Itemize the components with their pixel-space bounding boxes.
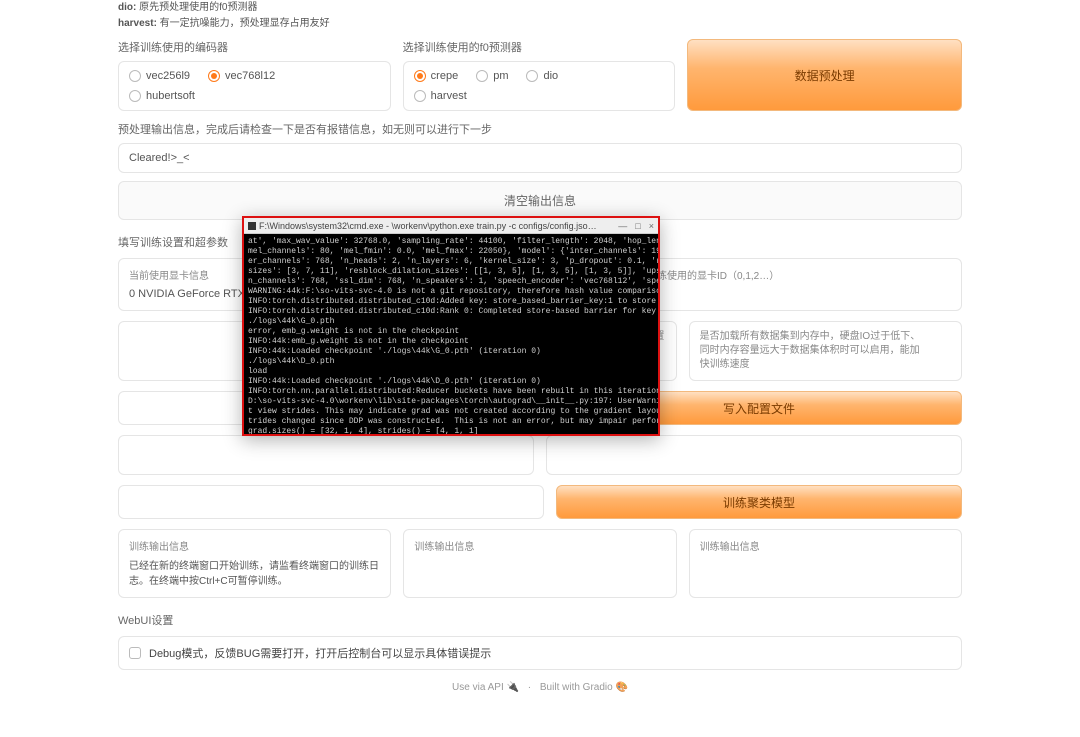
api-link[interactable]: Use via API 🔌 (452, 682, 519, 693)
radio-harvest[interactable]: harvest (414, 90, 467, 102)
radio-crepe[interactable]: crepe (414, 70, 459, 82)
preprocess-button[interactable]: 数据预处理 (687, 39, 962, 111)
train-log-mid-value (414, 559, 665, 573)
output-label: 预处理输出信息，完成后请检查一下是否有报错信息，如无则可以进行下一步 (118, 121, 962, 137)
radio-icon (129, 90, 141, 102)
description-block: dio: 原先预处理使用的f0预测器 harvest: 有一定抗噪能力，预处理显… (118, 0, 962, 31)
footer: Use via API 🔌 · Built with Gradio 🎨 (118, 670, 962, 697)
f0-label: 选择训练使用的f0预测器 (403, 39, 676, 55)
terminal-close-button[interactable]: × (649, 221, 654, 231)
f0-radio-group: crepe pm dio (414, 70, 665, 82)
train-log-right-value (700, 559, 951, 573)
terminal-titlebar[interactable]: F:\Windows\system32\cmd.exe - \workenv\p… (244, 218, 658, 234)
output-textbox[interactable]: Cleared!>_< (118, 143, 962, 173)
radio-icon (476, 70, 488, 82)
encoder-radio-group: vec256l9 vec768l12 (129, 70, 380, 82)
all-in-mem-tip: 是否加载所有数据集到内存中，硬盘IO过于低下、 同时内存容量远大于数据集体积时可… (700, 330, 951, 372)
cmd-icon (248, 222, 256, 230)
terminal-window[interactable]: F:\Windows\system32\cmd.exe - \workenv\p… (242, 216, 660, 436)
radio-icon (526, 70, 538, 82)
train-cluster-button[interactable]: 训练聚类模型 (556, 485, 962, 519)
train-log-left-value: 已经在新的终端窗口开始训练，请监看终端窗口的训练日志。在终端中按Ctrl+C可暂… (129, 559, 380, 589)
radio-icon (414, 90, 426, 102)
terminal-output[interactable]: at', 'max_wav_value': 32768.0, 'sampling… (244, 234, 658, 434)
radio-vec256l9[interactable]: vec256l9 (129, 70, 190, 82)
radio-icon (208, 70, 220, 82)
debug-checkbox[interactable] (129, 647, 141, 659)
radio-icon (414, 70, 426, 82)
radio-pm[interactable]: pm (476, 70, 508, 82)
gradio-link[interactable]: Built with Gradio 🎨 (540, 682, 628, 693)
radio-dio[interactable]: dio (526, 70, 558, 82)
radio-vec768l12[interactable]: vec768l12 (208, 70, 275, 82)
webui-settings-heading: WebUI设置 (118, 612, 962, 628)
clear-output-button[interactable]: 清空输出信息 (118, 181, 962, 220)
terminal-maximize-button[interactable]: □ (635, 221, 640, 231)
encoder-label: 选择训练使用的编码器 (118, 39, 391, 55)
radio-hubertsoft[interactable]: hubertsoft (129, 90, 195, 102)
terminal-minimize-button[interactable]: — (618, 221, 627, 231)
terminal-title-text: F:\Windows\system32\cmd.exe - \workenv\p… (259, 221, 599, 231)
debug-label: Debug模式，反馈BUG需要打开，打开后控制台可以显示具体错误提示 (149, 645, 491, 661)
radio-icon (129, 70, 141, 82)
